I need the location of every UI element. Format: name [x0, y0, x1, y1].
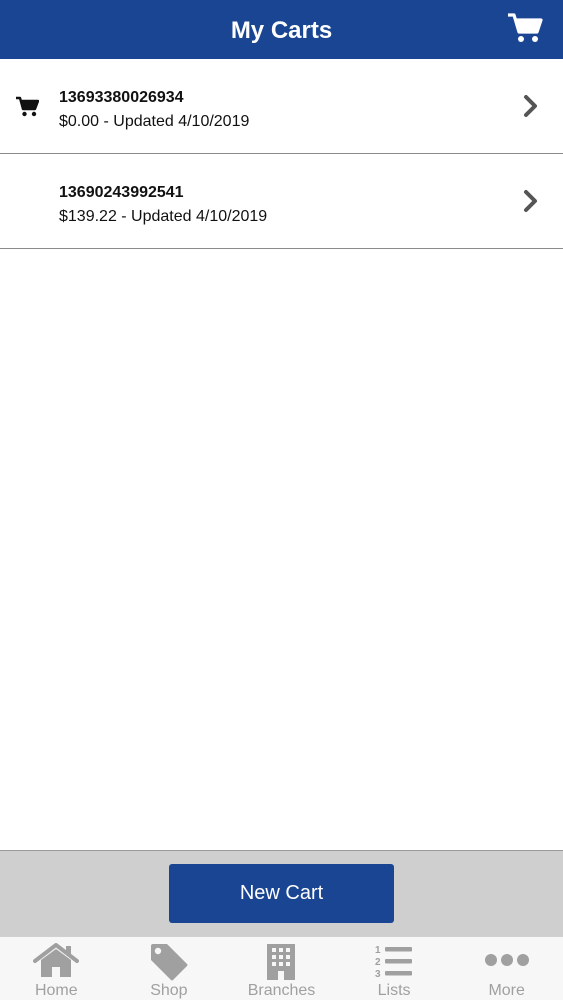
tab-label: Lists [377, 982, 411, 999]
cart-row-0[interactable]: 13693380026934 $0.00 - Updated 4/10/2019 [0, 59, 563, 154]
svg-text:1: 1 [375, 945, 381, 956]
cart-icon[interactable] [507, 12, 543, 44]
bottom-tab-bar: Home Shop Branches 1 2 3 Lists More [0, 936, 563, 1000]
active-cart-icon [16, 96, 39, 117]
cart-id: 13693380026934 [59, 89, 184, 106]
tab-label: Shop [150, 982, 188, 999]
tab-shop[interactable]: Shop [113, 937, 226, 1000]
chevron-right-icon [524, 95, 537, 117]
more-dots-icon [484, 954, 529, 966]
chevron-right-icon [524, 190, 537, 212]
page-title: My Carts [230, 17, 333, 44]
svg-text:3: 3 [375, 969, 381, 980]
tab-label: More [488, 982, 525, 999]
tab-branches[interactable]: Branches [225, 937, 338, 1000]
tab-more[interactable]: More [450, 937, 563, 1000]
tag-icon [150, 944, 188, 981]
new-cart-button[interactable]: New Cart [169, 864, 394, 923]
building-icon [267, 944, 296, 980]
app-header: My Carts [0, 0, 563, 59]
cart-summary: $139.22 - Updated 4/10/2019 [59, 208, 268, 225]
cart-list: 13693380026934 $0.00 - Updated 4/10/2019… [0, 59, 563, 249]
cart-row-1[interactable]: 13690243992541 $139.22 - Updated 4/10/20… [0, 154, 563, 249]
tab-label: Branches [247, 982, 316, 999]
tab-lists[interactable]: 1 2 3 Lists [338, 937, 451, 1000]
svg-text:2: 2 [375, 957, 381, 968]
footer-action-bar: New Cart [0, 850, 563, 936]
numbered-list-icon: 1 2 3 [375, 945, 413, 980]
tab-label: Home [34, 982, 78, 999]
tab-home[interactable]: Home [0, 937, 113, 1000]
cart-id: 13690243992541 [59, 184, 184, 201]
cart-summary: $0.00 - Updated 4/10/2019 [59, 113, 250, 130]
home-icon [33, 943, 80, 977]
